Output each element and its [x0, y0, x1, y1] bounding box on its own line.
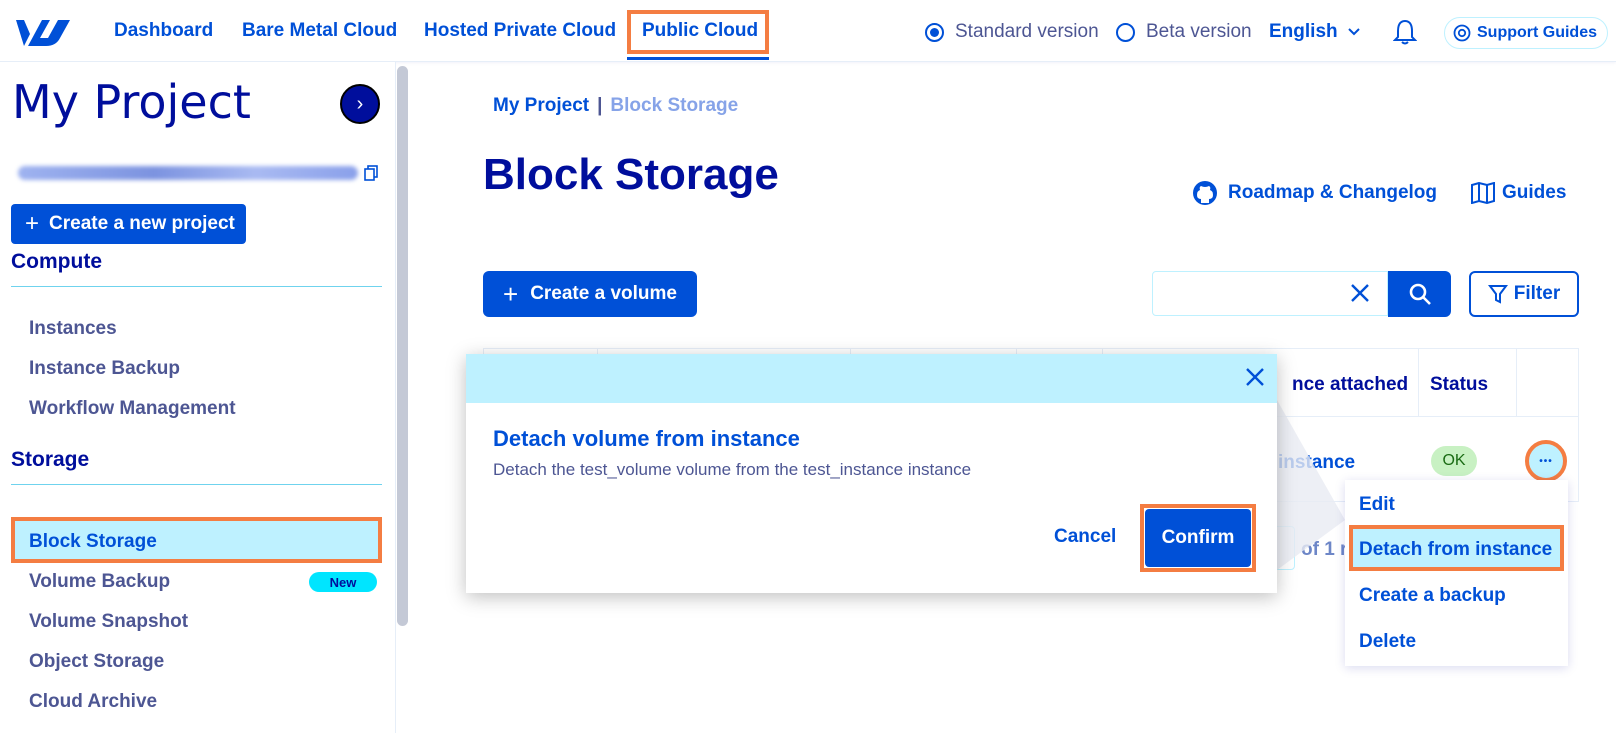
- sidebar-scrollbar[interactable]: [397, 66, 408, 626]
- roadmap-changelog-label: Roadmap & Changelog: [1228, 182, 1438, 203]
- book-map-icon: [1471, 182, 1495, 204]
- detach-volume-modal: Detach volume from instance Detach the t…: [466, 354, 1277, 593]
- modal-title: Detach volume from instance: [493, 426, 800, 451]
- sidebar-item-instances[interactable]: Instances: [29, 318, 117, 340]
- nav-hosted-private-cloud[interactable]: Hosted Private Cloud: [424, 20, 616, 42]
- breadcrumb-my-project[interactable]: My Project: [493, 95, 589, 116]
- row-actions-menu: Edit Detach from instance Create a backu…: [1345, 480, 1568, 666]
- divider: [11, 286, 382, 287]
- confirm-button[interactable]: Confirm: [1145, 509, 1251, 567]
- create-volume-label: Create a volume: [530, 283, 677, 304]
- chevron-down-icon[interactable]: [1348, 25, 1360, 37]
- column-divider: [1418, 349, 1419, 417]
- nav-dashboard[interactable]: Dashboard: [114, 20, 213, 42]
- sidebar-item-cloud-archive[interactable]: Cloud Archive: [29, 691, 157, 713]
- close-icon[interactable]: [1349, 282, 1371, 304]
- project-title: My Project: [12, 75, 251, 129]
- pagination-text: of 1 r: [1301, 539, 1348, 560]
- column-header-status[interactable]: Status: [1430, 374, 1488, 396]
- nav-active-underline: [627, 57, 769, 60]
- lifebuoy-icon: [1453, 24, 1471, 42]
- sidebar-item-volume-snapshot[interactable]: Volume Snapshot: [29, 611, 188, 633]
- filter-icon: [1487, 285, 1508, 304]
- ellipsis-icon: •••: [1539, 455, 1553, 467]
- search-button[interactable]: [1388, 271, 1451, 317]
- sidebar-expand-button[interactable]: ›: [340, 84, 380, 124]
- create-project-button[interactable]: + Create a new project: [11, 204, 246, 244]
- filter-label: Filter: [1513, 283, 1561, 304]
- menu-item-edit[interactable]: Edit: [1359, 494, 1395, 516]
- create-project-label: Create a new project: [49, 213, 235, 234]
- close-icon[interactable]: [1244, 366, 1266, 388]
- support-guides-button[interactable]: Support Guides: [1444, 17, 1608, 49]
- roadmap-changelog-link[interactable]: Roadmap & Changelog: [1192, 180, 1437, 206]
- standard-version-radio[interactable]: [925, 23, 944, 42]
- menu-item-create-backup[interactable]: Create a backup: [1359, 585, 1506, 607]
- ovhcloud-logo[interactable]: [16, 16, 70, 48]
- breadcrumb-separator: |: [597, 95, 603, 116]
- section-compute: Compute: [11, 250, 102, 273]
- project-id-redacted: [18, 166, 358, 180]
- plus-icon: +: [503, 279, 519, 309]
- github-icon: [1193, 181, 1217, 205]
- top-navigation: Dashboard Bare Metal Cloud Hosted Privat…: [0, 0, 1616, 62]
- nav-public-cloud[interactable]: Public Cloud: [642, 20, 758, 42]
- beta-version-label[interactable]: Beta version: [1146, 21, 1252, 43]
- sidebar-item-volume-backup[interactable]: Volume Backup: [29, 571, 170, 593]
- sidebar-item-object-storage[interactable]: Object Storage: [29, 651, 164, 673]
- column-header-instance-attached[interactable]: nce attached: [1292, 374, 1408, 396]
- section-storage: Storage: [11, 448, 90, 471]
- modal-description: Detach the test_volume volume from the t…: [493, 460, 972, 479]
- instance-link[interactable]: instance: [1278, 452, 1355, 474]
- copy-icon[interactable]: [364, 165, 378, 181]
- column-divider: [1516, 349, 1517, 417]
- modal-header: [466, 354, 1277, 403]
- breadcrumb: My Project | Block Storage: [493, 95, 738, 117]
- menu-item-delete[interactable]: Delete: [1359, 631, 1416, 653]
- language-selector[interactable]: English: [1269, 21, 1338, 43]
- new-badge: New: [309, 572, 377, 592]
- support-guides-label: Support Guides: [1477, 24, 1597, 41]
- breadcrumb-current: Block Storage: [610, 95, 739, 116]
- create-volume-button[interactable]: + Create a volume: [483, 271, 697, 317]
- divider: [11, 484, 382, 485]
- guides-label: Guides: [1502, 182, 1567, 203]
- guides-link[interactable]: Guides: [1470, 182, 1566, 204]
- filter-button[interactable]: Filter: [1469, 271, 1579, 317]
- beta-version-radio[interactable]: [1116, 23, 1135, 42]
- plus-icon: +: [25, 210, 40, 237]
- search-icon: [1409, 283, 1431, 305]
- sidebar-item-block-storage-label[interactable]: Block Storage: [29, 531, 157, 553]
- nav-bare-metal-cloud[interactable]: Bare Metal Cloud: [242, 20, 397, 42]
- sidebar: My Project › + Create a new project Comp…: [0, 62, 396, 733]
- sidebar-item-workflow-management[interactable]: Workflow Management: [29, 398, 236, 420]
- bell-icon[interactable]: [1393, 19, 1417, 45]
- page-title: Block Storage: [483, 150, 779, 199]
- row-actions-button[interactable]: •••: [1525, 440, 1567, 482]
- sidebar-item-instance-backup[interactable]: Instance Backup: [29, 358, 180, 380]
- menu-item-detach-from-instance[interactable]: Detach from instance: [1359, 539, 1552, 561]
- cancel-button[interactable]: Cancel: [1054, 526, 1116, 548]
- standard-version-label[interactable]: Standard version: [955, 21, 1099, 43]
- status-badge: OK: [1431, 446, 1477, 476]
